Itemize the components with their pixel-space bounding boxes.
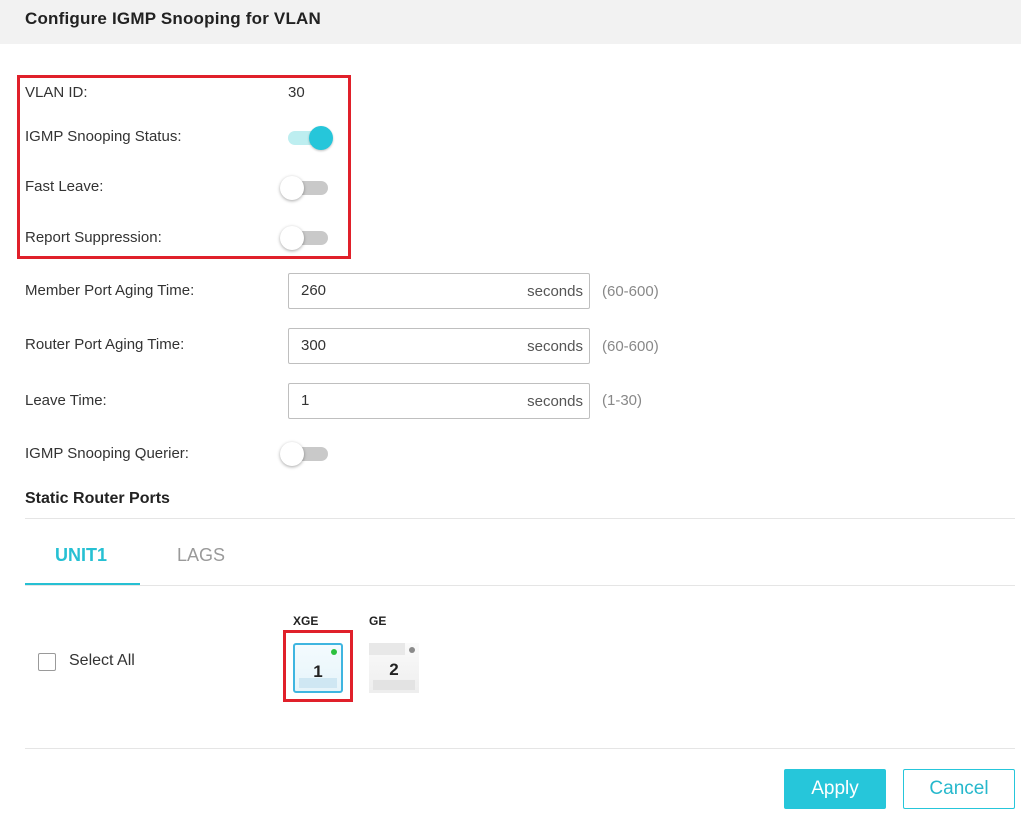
querier-toggle[interactable] [280,441,334,467]
port-base [373,680,415,690]
page-header: Configure IGMP Snooping for VLAN [0,0,1021,44]
report-suppression-label: Report Suppression: [25,229,162,246]
leave-time-unit: seconds [527,393,583,410]
active-tab-indicator [25,583,140,585]
fast-leave-toggle[interactable] [280,175,334,201]
port-group-xge-label: XGE [293,614,319,628]
fast-leave-label: Fast Leave: [25,178,104,195]
leave-time-range: (1-30) [602,392,643,409]
toggle-knob [280,442,304,466]
member-aging-input[interactable] [301,282,501,299]
toggle-knob [280,176,304,200]
leave-time-field[interactable]: seconds [288,383,590,419]
igmp-status-label: IGMP Snooping Status: [25,128,182,145]
port-2[interactable]: 2 [369,643,419,693]
select-all-checkbox[interactable] [38,653,56,671]
toggle-knob [280,226,304,250]
tabs-divider [25,585,1015,586]
leave-time-input[interactable] [301,392,501,409]
port-group-ge-label: GE [369,614,387,628]
port-number: 2 [389,660,399,679]
tab-lags[interactable]: LAGS [177,545,225,566]
select-all-label[interactable]: Select All [69,652,135,670]
page-title: Configure IGMP Snooping for VLAN [25,9,322,28]
router-aging-input[interactable] [301,337,501,354]
igmp-status-toggle[interactable] [284,125,336,151]
querier-label: IGMP Snooping Querier: [25,445,189,462]
report-suppression-toggle[interactable] [280,225,334,251]
member-aging-unit: seconds [527,283,583,300]
port-link-indicator [331,649,337,655]
tab-unit1[interactable]: UNIT1 [55,545,107,566]
vlan-id-value: 30 [288,84,305,101]
member-aging-range: (60-600) [602,283,659,300]
port-link-indicator [409,647,415,653]
router-aging-label: Router Port Aging Time: [25,336,185,353]
section-divider [25,518,1015,519]
port-1[interactable]: 1 [293,643,343,693]
member-aging-label: Member Port Aging Time: [25,282,195,299]
router-aging-field[interactable]: seconds [288,328,590,364]
port-number: 1 [313,662,323,681]
member-aging-field[interactable]: seconds [288,273,590,309]
router-aging-range: (60-600) [602,338,659,355]
cancel-button[interactable]: Cancel [903,769,1015,809]
vlan-id-label: VLAN ID: [25,84,88,101]
leave-time-label: Leave Time: [25,392,107,409]
static-router-ports-title: Static Router Ports [25,490,170,507]
apply-button[interactable]: Apply [784,769,886,809]
toggle-knob [309,126,333,150]
footer-divider [25,748,1015,749]
port-notch [369,643,405,655]
router-aging-unit: seconds [527,338,583,355]
